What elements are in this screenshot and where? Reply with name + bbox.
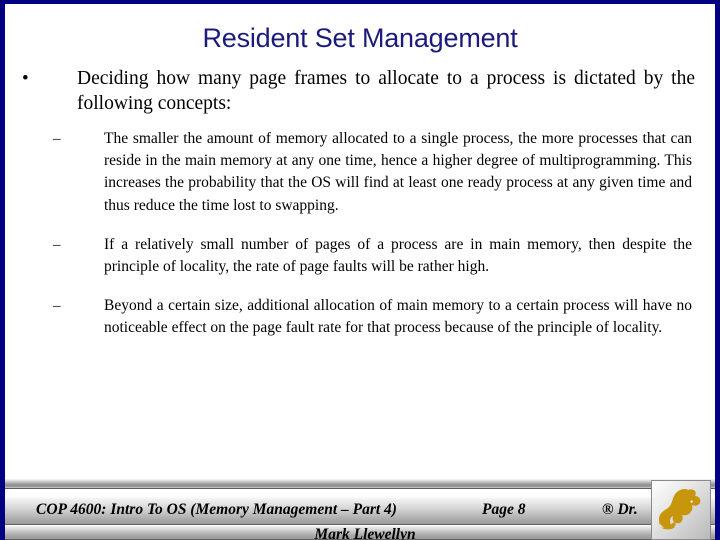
slide-body: • Deciding how many page frames to alloc… [5,66,710,357]
bullet-level2: – The smaller the amount of memory alloc… [5,128,710,217]
bullet-level2: – If a relatively small number of pages … [5,234,710,278]
bullet-level2-text: Beyond a certain size, additional alloca… [104,297,692,337]
round-bullet-icon: • [22,68,29,89]
bullet-level2: – Beyond a certain size, additional allo… [5,295,710,339]
dash-bullet-icon: – [53,236,61,253]
dash-bullet-icon: – [53,131,61,147]
footer-copyright-label: ® Dr. [602,501,638,518]
slide-title: Resident Set Management [202,23,518,53]
bullet-level1-text: Deciding how many page frames to allocat… [77,68,695,114]
bullet-level1: • Deciding how many page frames to alloc… [5,66,710,116]
slide-canvas: Resident Set Management • Deciding how m… [0,0,720,540]
slide-footer: COP 4600: Intro To OS (Memory Management… [5,478,715,540]
bullet-level2-text: The smaller the amount of memory allocat… [104,130,692,214]
footer-text-row: COP 4600: Intro To OS (Memory Management… [5,495,715,525]
footer-author-label: Mark Llewellyn [314,526,416,540]
footer-band-top [5,478,715,489]
bullet-level2-text: If a relatively small number of pages of… [104,235,692,276]
ucf-pegasus-logo-icon [651,480,711,540]
footer-page-number: Page 8 [482,501,526,518]
dash-bullet-icon: – [53,298,61,315]
footer-course-label: COP 4600: Intro To OS (Memory Management… [36,501,397,518]
